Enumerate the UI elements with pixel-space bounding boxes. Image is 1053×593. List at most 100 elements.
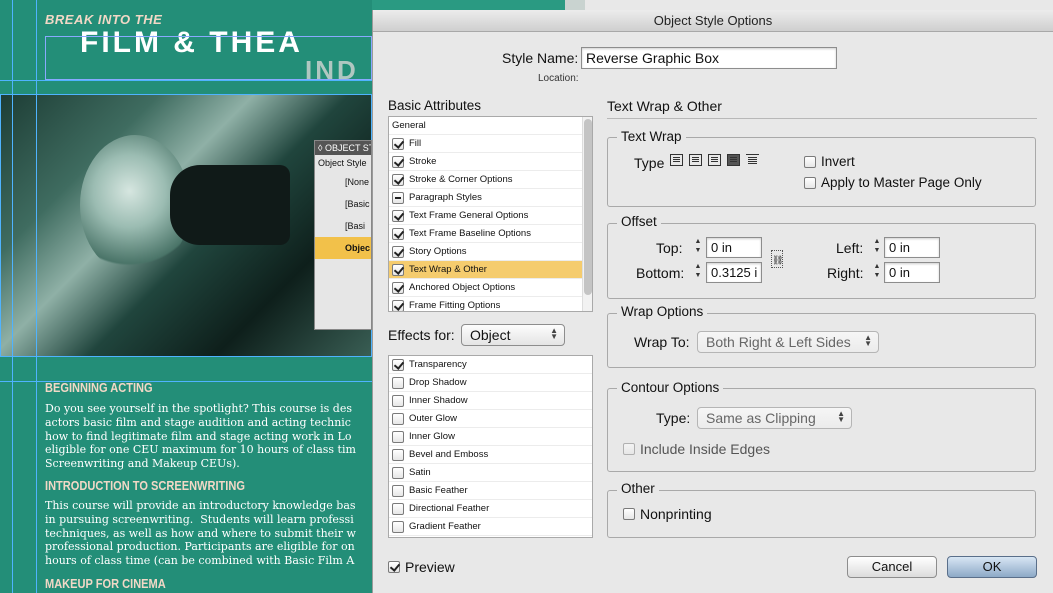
wrap-options-group-title: Wrap Options xyxy=(617,304,708,319)
effect-item[interactable]: Inner Glow xyxy=(389,428,592,446)
effect-label: Satin xyxy=(409,466,431,478)
effects-list[interactable]: Transparency Drop Shadow Inner Shadow Outer… xyxy=(388,355,593,538)
effect-label: Gradient Feather xyxy=(409,520,481,532)
effect-item[interactable]: Transparency xyxy=(389,356,592,374)
effect-label: Drop Shadow xyxy=(409,376,467,388)
effect-checkbox[interactable] xyxy=(392,466,404,479)
text-frame-outline xyxy=(45,36,372,80)
effect-checkbox[interactable] xyxy=(392,484,404,497)
offset-group-title: Offset xyxy=(617,214,661,229)
effect-checkbox[interactable] xyxy=(392,502,404,515)
section-heading: BEGINNING ACTING xyxy=(45,380,153,395)
basic-attribute-checkbox[interactable] xyxy=(392,299,404,311)
invert-checkbox-row[interactable]: Invert xyxy=(804,154,855,169)
basic-attribute-item[interactable]: Anchored Object Options xyxy=(389,279,592,297)
basic-attribute-checkbox[interactable] xyxy=(392,137,404,150)
effect-checkbox[interactable] xyxy=(392,520,404,533)
wrap-to-select[interactable]: Both Right & Left Sides ▲ ▼ xyxy=(697,331,879,353)
cancel-button[interactable]: Cancel xyxy=(847,556,937,578)
basic-attribute-item[interactable]: Frame Fitting Options xyxy=(389,297,592,311)
basic-attribute-checkbox[interactable] xyxy=(392,155,404,168)
offset-right-stepper[interactable]: ▲ ▼ xyxy=(871,262,883,281)
text-wrap-group-title: Text Wrap xyxy=(617,129,686,144)
effect-item[interactable]: Gradient Feather xyxy=(389,518,592,536)
basic-attribute-checkbox[interactable] xyxy=(392,173,404,186)
offset-right-label: Right: xyxy=(827,265,864,281)
effect-checkbox[interactable] xyxy=(392,358,404,371)
effect-checkbox[interactable] xyxy=(392,412,404,425)
contour-type-select[interactable]: Same as Clipping ▲ ▼ xyxy=(697,407,852,429)
effect-checkbox[interactable] xyxy=(392,376,404,389)
offset-bottom-input[interactable]: 0.3125 i xyxy=(706,262,762,283)
effect-label: Transparency xyxy=(409,358,467,370)
apply-master-checkbox-row[interactable]: Apply to Master Page Only xyxy=(804,175,982,190)
style-name-input[interactable]: Reverse Graphic Box xyxy=(581,47,837,69)
include-inside-edges-row[interactable]: Include Inside Edges xyxy=(623,441,770,457)
apply-master-checkbox[interactable] xyxy=(804,176,816,189)
panel-style-item[interactable]: [Basi xyxy=(315,215,371,237)
basic-attribute-item[interactable]: Story Options xyxy=(389,243,592,261)
effect-item[interactable]: Outer Glow xyxy=(389,410,592,428)
list-scrollbar[interactable] xyxy=(582,117,592,311)
nonprinting-row[interactable]: Nonprinting xyxy=(623,506,712,522)
other-group-title: Other xyxy=(617,481,659,496)
guide-line xyxy=(36,0,37,593)
basic-attribute-item[interactable]: Paragraph Styles xyxy=(389,189,592,207)
offset-right-input[interactable]: 0 in xyxy=(884,262,940,283)
effect-label: Basic Feather xyxy=(409,484,468,496)
style-name-label: Style Name: xyxy=(502,50,579,66)
basic-attribute-item[interactable]: Text Frame General Options xyxy=(389,207,592,225)
basic-attribute-checkbox[interactable] xyxy=(392,227,404,240)
basic-attributes-list[interactable]: General Fill Stroke Stroke & Corner Options… xyxy=(388,116,593,312)
panel-style-item[interactable]: [None xyxy=(315,171,371,193)
preview-checkbox[interactable] xyxy=(388,561,400,573)
effects-for-select[interactable]: Object ▲ ▼ xyxy=(461,324,565,346)
offset-bottom-stepper[interactable]: ▲ ▼ xyxy=(692,262,704,281)
basic-attribute-checkbox[interactable] xyxy=(392,191,404,204)
effect-item[interactable]: Satin xyxy=(389,464,592,482)
object-styles-panel[interactable]: ◊ OBJECT ST Object Style [None [Basic [B… xyxy=(314,140,372,330)
basic-attribute-checkbox[interactable] xyxy=(392,245,404,258)
jump-to-next-column-icon[interactable] xyxy=(746,154,759,166)
effects-for-label: Effects for: xyxy=(388,327,455,343)
offset-left-stepper[interactable]: ▲ ▼ xyxy=(871,237,883,256)
offset-left-input[interactable]: 0 in xyxy=(884,237,940,258)
wrap-object-shape-icon[interactable] xyxy=(708,154,721,166)
jump-object-icon[interactable] xyxy=(727,154,740,166)
effect-item[interactable]: Directional Feather xyxy=(389,500,592,518)
wrap-to-label: Wrap To: xyxy=(634,334,690,350)
basic-attribute-item[interactable]: Fill xyxy=(389,135,592,153)
select-arrows-icon: ▲ ▼ xyxy=(864,333,872,348)
basic-attribute-checkbox[interactable] xyxy=(392,263,404,276)
basic-attribute-checkbox[interactable] xyxy=(392,281,404,294)
effect-item[interactable]: Drop Shadow xyxy=(389,374,592,392)
offset-bottom-label: Bottom: xyxy=(636,265,685,281)
preview-checkbox-row[interactable]: Preview xyxy=(388,559,455,575)
panel-style-item[interactable]: [Basic xyxy=(315,193,371,215)
effect-checkbox[interactable] xyxy=(392,394,404,407)
basic-attribute-item[interactable]: Stroke & Corner Options xyxy=(389,171,592,189)
include-inside-edges-checkbox[interactable] xyxy=(623,443,635,455)
make-all-settings-same-icon[interactable]: ⛓ xyxy=(771,250,783,268)
ok-button[interactable]: OK xyxy=(947,556,1037,578)
invert-label: Invert xyxy=(821,154,855,169)
wrap-type-buttons xyxy=(670,154,765,166)
effect-item[interactable]: Basic Feather xyxy=(389,482,592,500)
effect-checkbox[interactable] xyxy=(392,430,404,443)
basic-attribute-item[interactable]: Text Frame Baseline Options xyxy=(389,225,592,243)
invert-checkbox[interactable] xyxy=(804,155,816,168)
panel-style-item-selected[interactable]: Objec xyxy=(315,237,371,259)
offset-top-stepper[interactable]: ▲ ▼ xyxy=(692,237,704,256)
effect-item[interactable]: Bevel and Emboss xyxy=(389,446,592,464)
basic-attribute-checkbox[interactable] xyxy=(392,209,404,222)
basic-attribute-item[interactable]: Text Wrap & Other xyxy=(389,261,592,279)
offset-top-input[interactable]: 0 in xyxy=(706,237,762,258)
wrap-bounding-box-icon[interactable] xyxy=(689,154,702,166)
basic-attribute-item[interactable]: Stroke xyxy=(389,153,592,171)
nonprinting-checkbox[interactable] xyxy=(623,508,635,520)
effect-label: Inner Shadow xyxy=(409,394,468,406)
effect-checkbox[interactable] xyxy=(392,448,404,461)
basic-attribute-item[interactable]: General xyxy=(389,117,592,135)
no-wrap-icon[interactable] xyxy=(670,154,683,166)
effect-item[interactable]: Inner Shadow xyxy=(389,392,592,410)
